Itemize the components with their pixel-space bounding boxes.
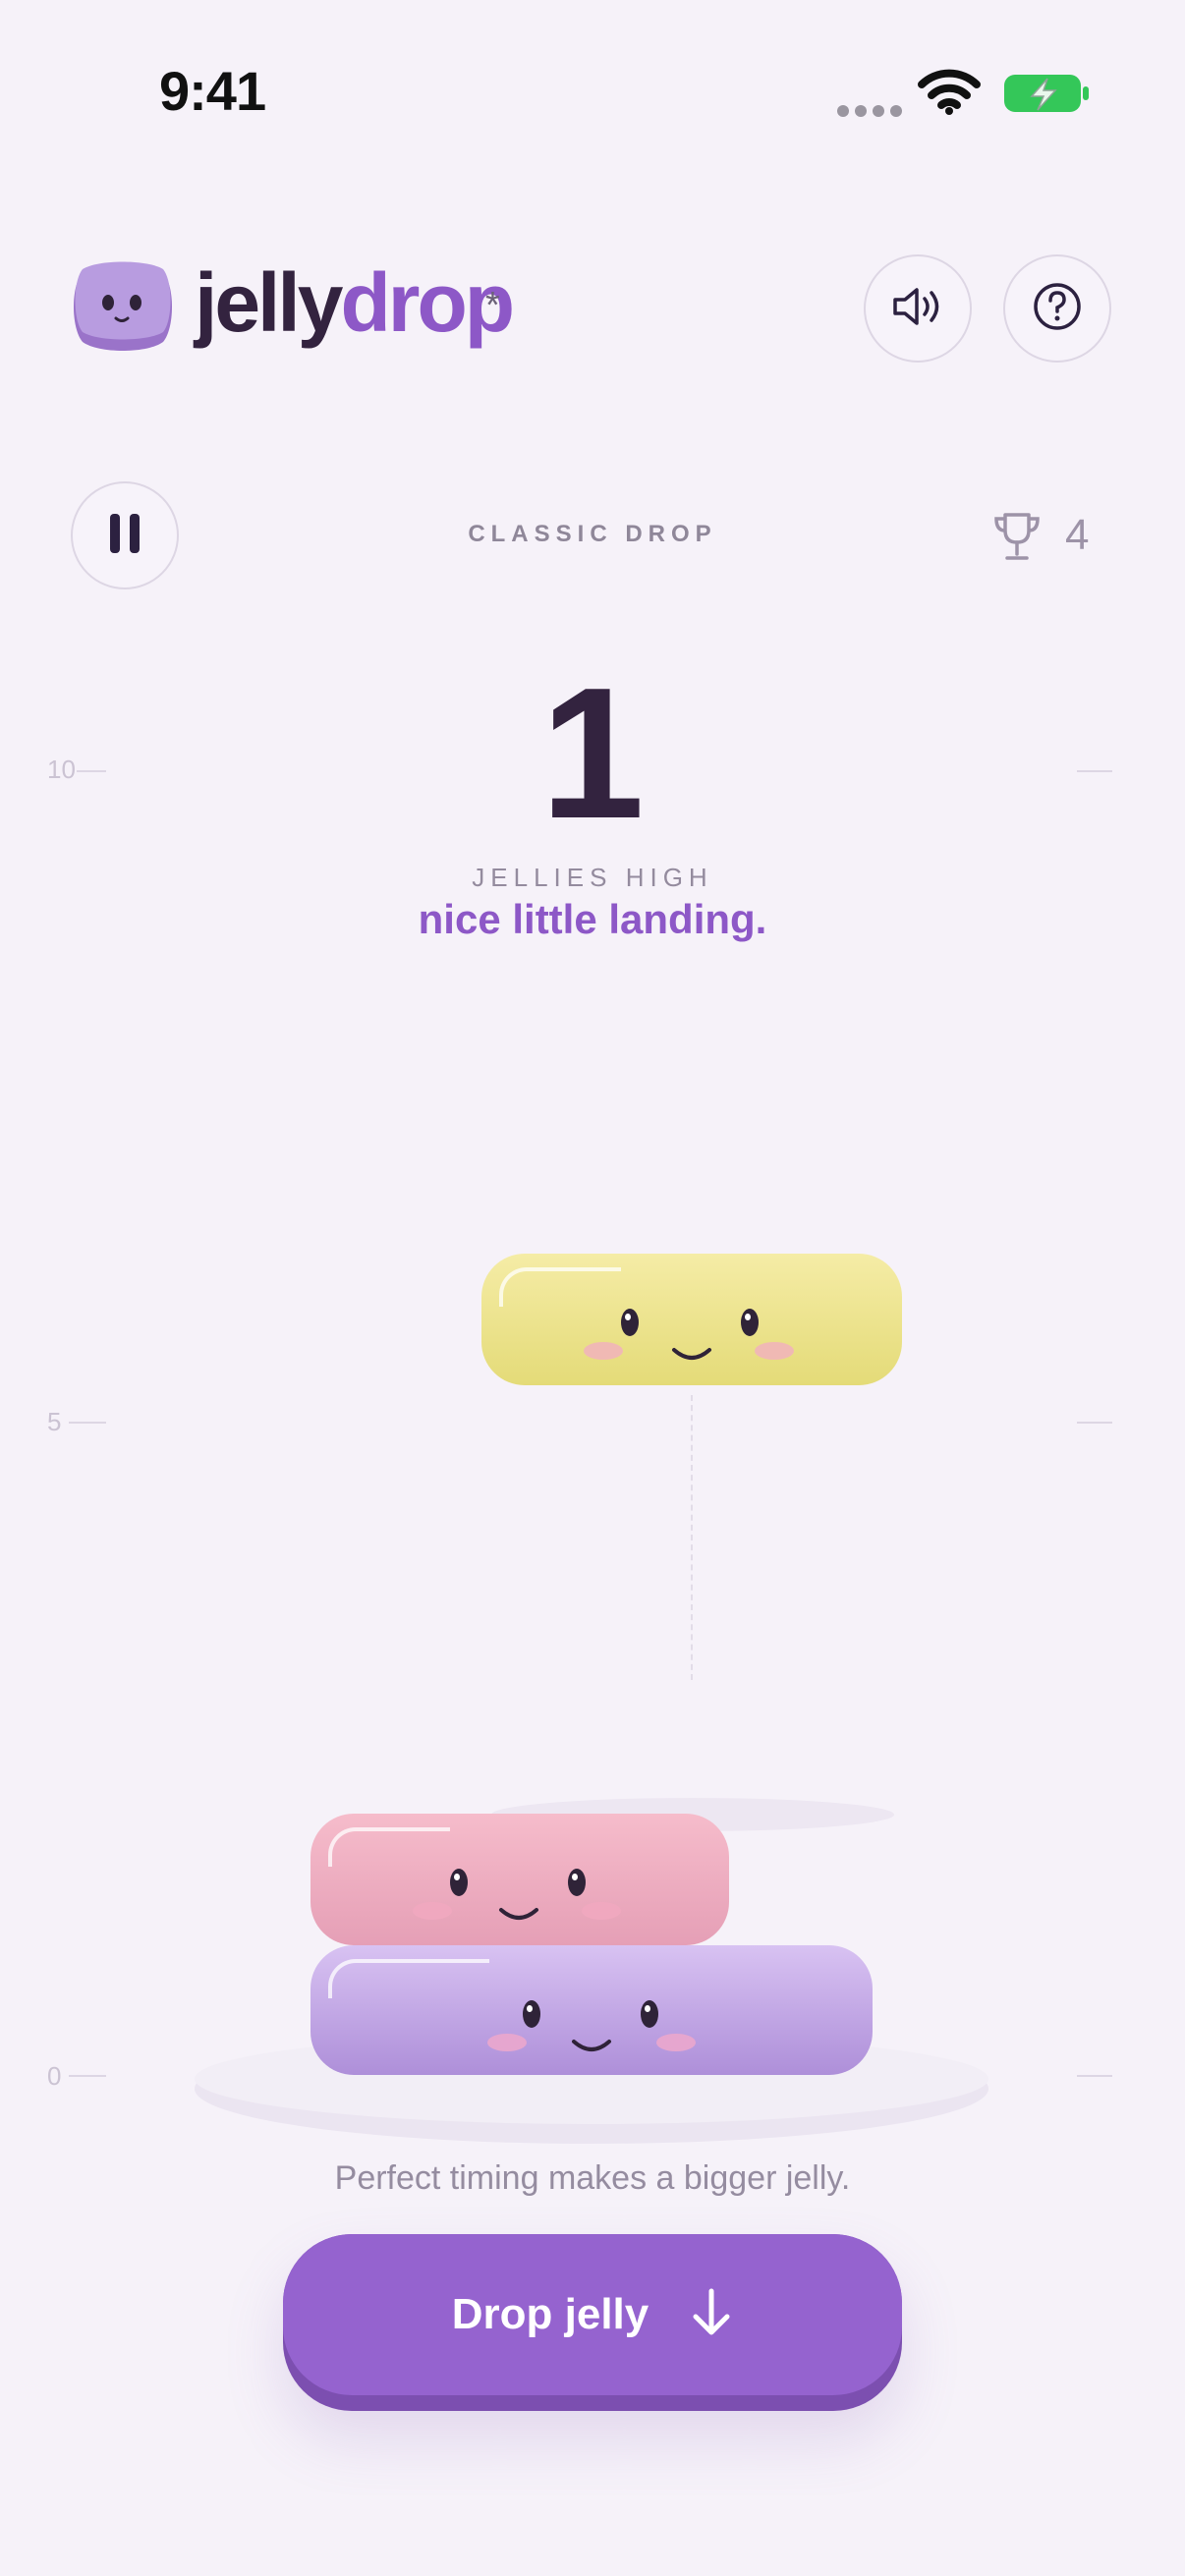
timing-hint: Perfect timing makes a bigger jelly.: [334, 2159, 851, 2197]
logo-word-jelly: jelly: [195, 256, 343, 349]
scale-tick: [1077, 770, 1112, 772]
arrow-down-icon: [690, 2287, 733, 2343]
scale-label-bottom: 0: [47, 2061, 62, 2091]
scale-tick: [69, 2075, 106, 2077]
logo-icon: [69, 259, 173, 358]
jelly-cheek: [413, 1902, 452, 1920]
scale-label-top: 10: [47, 755, 76, 784]
falling-jelly: [481, 1254, 902, 1385]
speaker-icon: [891, 285, 944, 333]
scale-tick: [1077, 1422, 1112, 1424]
drop-guide-line: [691, 1395, 693, 1680]
logo-mark: *: [485, 285, 500, 326]
jelly-eye: [450, 1869, 468, 1896]
drop-jelly-label: Drop jelly: [451, 2290, 649, 2338]
status-time: 9:41: [159, 60, 266, 122]
jelly-cheek: [487, 2034, 527, 2051]
jelly-eye: [523, 2000, 540, 2028]
stacked-jelly: [310, 1945, 873, 2075]
drop-jelly-button[interactable]: Drop jelly: [283, 2234, 902, 2411]
score-message: nice little landing.: [418, 896, 767, 942]
jelly-eye: [621, 1309, 639, 1336]
jelly-eye: [741, 1309, 759, 1336]
battery-charging-icon: [1002, 71, 1091, 121]
scale-tick: [77, 770, 106, 772]
score-label: JELLIES HIGH: [472, 863, 713, 892]
best-score: 4: [1065, 511, 1090, 559]
jelly-cheek: [584, 1342, 623, 1360]
signal-dots-icon: [837, 104, 908, 122]
jelly-eye: [568, 1869, 586, 1896]
app-logo: jellydrop: [195, 261, 515, 344]
score-value: 1: [540, 649, 645, 858]
wifi-icon: [918, 69, 981, 121]
scale-label-mid: 5: [47, 1407, 62, 1436]
trophy-icon: [992, 511, 1042, 569]
help-icon: [1032, 281, 1083, 337]
scale-tick: [69, 1422, 106, 1424]
jelly-eye: [641, 2000, 658, 2028]
jelly-cheek: [656, 2034, 696, 2051]
jelly-cheek: [582, 1902, 621, 1920]
scale-tick: [1077, 2075, 1112, 2077]
stacked-jelly: [310, 1814, 729, 1945]
sound-button[interactable]: [864, 254, 972, 363]
help-button[interactable]: [1003, 254, 1111, 363]
jelly-cheek: [755, 1342, 794, 1360]
